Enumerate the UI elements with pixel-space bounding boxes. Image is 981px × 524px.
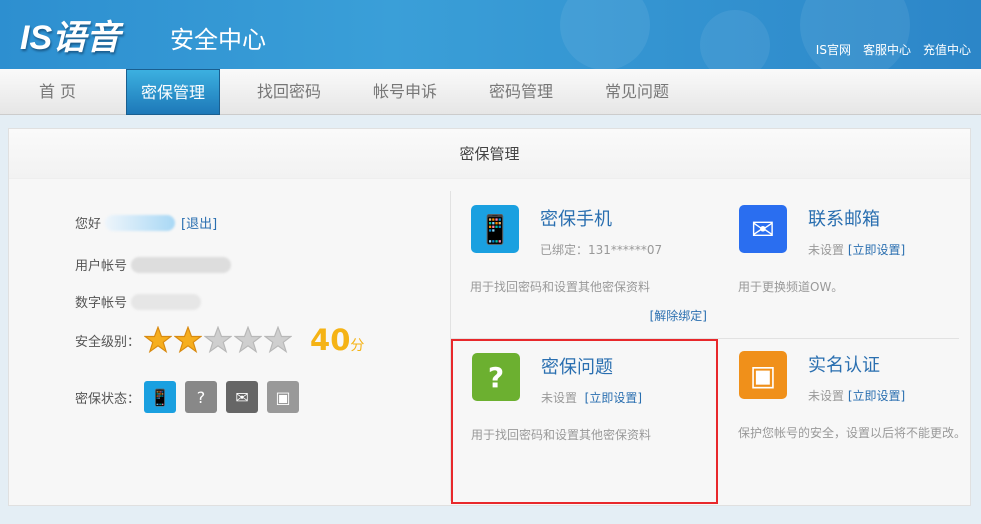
card-title: 密保问题 xyxy=(541,357,613,378)
star-filled-icon xyxy=(174,326,203,354)
setup-realname-link[interactable]: [立即设置] xyxy=(848,389,905,403)
star-empty-icon xyxy=(234,326,263,354)
greeting-label: 您好 xyxy=(75,217,102,232)
card-desc: 用于更换频道OW。 xyxy=(738,280,844,294)
card-status: 未设置 xyxy=(541,391,578,405)
tab-recover-password[interactable]: 找回密码 xyxy=(245,69,333,115)
card-contact-email: ✉ 联系邮箱 未设置 [立即设置] 用于更换频道OW。 xyxy=(718,191,981,341)
unbind-link[interactable]: [解除绑定] xyxy=(650,307,707,324)
email-status-icon[interactable]: ✉ xyxy=(226,381,259,413)
card-real-name: ▣ 实名认证 未设置 [立即设置] 保护您帐号的安全，设置以后将不能更改。 xyxy=(718,339,981,489)
tab-home[interactable]: 首 页 xyxy=(20,69,95,115)
header: IS语音 安全中心 IS官网 客服中心 充值中心 xyxy=(0,0,981,69)
question-status-icon[interactable]: ? xyxy=(185,381,218,413)
link-is-official[interactable]: IS官网 xyxy=(816,41,851,58)
panel-title: 密保管理 xyxy=(9,129,970,179)
security-level-label: 安全级别： xyxy=(75,334,141,350)
question-icon: ? xyxy=(472,353,520,401)
card-status: 已绑定：131******07 xyxy=(540,243,663,257)
card-security-question: ? 密保问题 未设置 [立即设置] 用于找回密码和设置其他密保资料 xyxy=(451,339,718,504)
card-desc: 用于找回密码和设置其他密保资料 xyxy=(471,428,652,442)
email-icon: ✉ xyxy=(739,205,787,253)
card-desc: 保护您帐号的安全，设置以后将不能更改。 xyxy=(738,426,967,440)
card-title: 联系邮箱 xyxy=(808,209,880,230)
setup-email-link[interactable]: [立即设置] xyxy=(848,243,905,257)
link-recharge[interactable]: 充值中心 xyxy=(923,41,971,58)
tab-security-management[interactable]: 密保管理 xyxy=(126,69,220,115)
security-stars xyxy=(144,326,293,354)
number-label: 数字帐号 xyxy=(75,296,128,311)
account-label: 用户帐号 xyxy=(75,259,128,274)
main-nav: 首 页 密保管理 找回密码 帐号申诉 密码管理 常见问题 xyxy=(0,69,981,115)
score-unit: 分 xyxy=(350,338,365,354)
card-title: 实名认证 xyxy=(808,355,880,376)
site-subtitle: 安全中心 xyxy=(170,26,266,54)
tab-account-appeal[interactable]: 帐号申诉 xyxy=(361,69,449,115)
phone-status-icon[interactable]: 📱 xyxy=(144,381,177,413)
star-filled-icon xyxy=(144,326,173,354)
logout-link[interactable]: [退出] xyxy=(181,213,217,232)
number-redacted xyxy=(131,293,202,310)
phone-icon: 📱 xyxy=(471,205,519,253)
card-desc: 用于找回密码和设置其他密保资料 xyxy=(470,280,651,294)
id-card-icon: ▣ xyxy=(739,351,787,399)
card-security-phone: 📱 密保手机 已绑定：131******07 用于找回密码和设置其他密保资料 [… xyxy=(450,191,717,341)
link-support[interactable]: 客服中心 xyxy=(863,41,911,58)
tab-password-management[interactable]: 密码管理 xyxy=(477,69,565,115)
card-title: 密保手机 xyxy=(540,209,612,230)
id-status-icon[interactable]: ▣ xyxy=(267,381,300,413)
account-redacted xyxy=(131,256,232,273)
security-score: 40 xyxy=(310,323,351,357)
setup-question-link[interactable]: [立即设置] xyxy=(585,391,642,405)
card-status: 未设置 xyxy=(808,243,845,257)
card-status: 未设置 xyxy=(808,389,845,403)
logo: IS语音 xyxy=(20,19,121,57)
security-panel: 密保管理 您好 [退出] 用户帐号 数字帐号 安全级别： 40 分 密保状态： 📱 ?… xyxy=(8,128,971,506)
username-redacted xyxy=(105,214,176,231)
tab-faq[interactable]: 常见问题 xyxy=(593,69,681,115)
security-status-label: 密保状态： xyxy=(75,391,141,407)
star-empty-icon xyxy=(204,326,233,354)
star-empty-icon xyxy=(264,326,293,354)
